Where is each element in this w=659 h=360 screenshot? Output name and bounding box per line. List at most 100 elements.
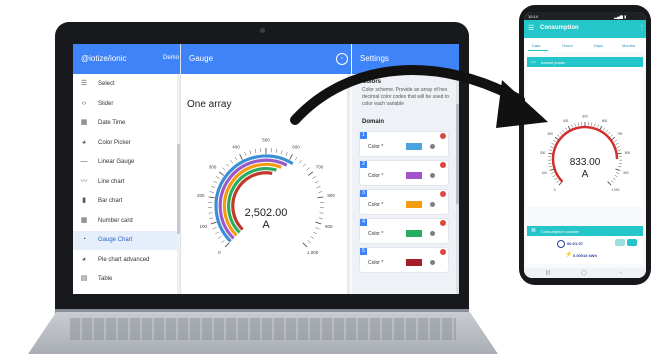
counter-time: 00:01:07 — [567, 241, 584, 246]
sidebar-header: @iotize/ionic Demo — [73, 44, 180, 74]
phone-gauge-tick — [616, 146, 620, 148]
tab-months[interactable]: Months — [622, 43, 635, 48]
info-icon[interactable] — [430, 202, 435, 207]
phone-gauge-tick — [597, 124, 599, 128]
sidebar-item-label: Line chart — [98, 178, 125, 185]
phone-gauge-tick — [616, 172, 620, 174]
remove-color-icon[interactable] — [440, 191, 446, 197]
sidebar-item-slider[interactable]: ‹› Slider — [73, 95, 180, 114]
sidebar-item-pie-chart-advanced[interactable]: ◕ Pie chart advanced — [73, 251, 180, 270]
sidebar-item-number-card[interactable]: ▦ Number card — [73, 212, 180, 231]
arrow-shaft — [290, 65, 525, 125]
gauge-panel-title: Gauge — [189, 54, 214, 63]
gauge-value-text: 2,502.00 — [245, 207, 288, 219]
gauge-unit-text: A — [262, 219, 270, 231]
sidebar-item-date-time[interactable]: ▦ Date Time — [73, 114, 180, 133]
sidebar-scrollbar-thumb[interactable] — [177, 144, 180, 234]
linear-gauge-icon: — — [80, 158, 88, 165]
pause-button[interactable] — [615, 239, 625, 246]
laptop-gauge-tick — [234, 156, 238, 161]
laptop-gauge-tick — [318, 191, 323, 193]
laptop-gauge-tick — [314, 181, 319, 184]
phone-app-bar: ☰ Consumption ⋮ — [524, 20, 646, 38]
tab-days[interactable]: Days — [594, 43, 603, 48]
demo-label[interactable]: Demo — [163, 55, 179, 61]
recent-apps-icon[interactable]: ||| — [546, 270, 550, 276]
sidebar-item-label: Select — [98, 81, 115, 87]
color-swatch[interactable] — [406, 201, 422, 208]
laptop-gauge-tick — [285, 151, 288, 156]
tab-data[interactable]: Data — [532, 43, 540, 48]
phone-gauge-tick — [603, 127, 606, 131]
line-chart-icon: 〰 — [80, 177, 88, 185]
sidebar-item-gauge-chart[interactable]: ◔ Gauge Chart — [73, 231, 180, 250]
laptop-gauge-tick — [221, 240, 225, 244]
code-icon: ‹› — [81, 99, 87, 107]
stop-button[interactable] — [627, 239, 637, 246]
laptop-gauge-tick — [319, 212, 324, 214]
laptop-gauge-tick — [249, 150, 252, 155]
sidebar-item-table[interactable]: ▤ Table — [73, 270, 180, 289]
sidebar-item-label: Number card — [98, 217, 133, 224]
active-tab-indicator — [528, 50, 548, 51]
color-item: 3 Color * — [360, 190, 448, 214]
sidebar-item-color-picker[interactable]: ◕ Color Picker — [73, 134, 180, 153]
laptop-gauge-tick — [224, 242, 230, 248]
color-field-label: Color * — [368, 260, 384, 266]
laptop-gauge-tick-label: 200 — [197, 193, 205, 198]
table-icon: ▤ — [80, 275, 88, 282]
phone-gauge-tick — [607, 181, 612, 186]
signal-battery-icon: ▂▄▆ ▮ — [614, 14, 627, 19]
sidebar-item-label: Bar chart — [98, 198, 123, 204]
phone-gauge-tick-label: 900 — [623, 171, 629, 175]
android-nav-bar: ||| ◯ ‹ — [524, 268, 646, 278]
phone-gauge-tick — [618, 166, 622, 168]
sidebar-item-linear-gauge[interactable]: — Linear Gauge — [73, 153, 180, 172]
phone-gauge-tick-label: 800 — [625, 151, 631, 155]
laptop-gauge-tick — [209, 217, 214, 219]
phone-gauge-tick-label: 600 — [602, 119, 608, 123]
phone-gauge-tick — [556, 180, 559, 183]
color-field-label: Color * — [368, 231, 384, 237]
tab-hours[interactable]: Hours — [562, 43, 573, 48]
color-field-label: Color * — [368, 202, 384, 208]
remove-color-icon[interactable] — [440, 220, 446, 226]
laptop-gauge-tick — [230, 160, 234, 164]
back-icon[interactable]: ‹ — [620, 270, 622, 276]
laptop-gauge-tick — [313, 231, 317, 235]
laptop-gauge-tick — [315, 227, 320, 230]
remove-color-icon[interactable] — [440, 249, 446, 255]
bolt-icon: ⚡ — [565, 252, 573, 258]
laptop-gauge-tick-label: 400 — [232, 145, 240, 150]
laptop-gauge-tick — [275, 148, 278, 154]
more-icon[interactable]: ⋮ — [639, 24, 645, 31]
laptop-gauge-tick-label: 900 — [325, 224, 333, 229]
sidebar: @iotize/ionic Demo ☰ Select ‹› Slider ▦ Date … — [73, 44, 181, 294]
color-swatch[interactable] — [406, 230, 422, 237]
menu-icon[interactable]: ☰ — [528, 24, 534, 32]
sidebar-item-line-chart[interactable]: 〰 Line chart — [73, 173, 180, 192]
clock-icon: o — [557, 240, 565, 248]
color-item: 4 Color * — [360, 219, 448, 243]
laptop-gauge-tick — [215, 231, 219, 235]
laptop-gauge-tick — [316, 186, 321, 188]
color-item: 5 Color * — [360, 248, 448, 272]
home-icon[interactable]: ◯ — [581, 270, 587, 276]
laptop-gauge-tick-label: 300 — [209, 165, 217, 170]
sidebar-item-label: Pie chart advanced — [98, 256, 150, 263]
color-item-index: 5 — [360, 248, 367, 255]
phone-app-title: Consumption — [540, 25, 579, 31]
sidebar-item-select[interactable]: ☰ Select — [73, 75, 180, 94]
bar-chart-icon: ▮ — [82, 197, 86, 204]
phone-gauge-tick — [614, 139, 617, 142]
color-swatch[interactable] — [406, 259, 422, 266]
laptop-gauge-tick — [244, 151, 247, 156]
arrow-head — [496, 80, 548, 128]
sidebar-item-bar-chart[interactable]: ▮ Bar chart — [73, 192, 180, 211]
info-icon[interactable] — [430, 231, 435, 236]
laptop-gauge-tick — [310, 236, 315, 239]
laptop-gauge-tick-label: 500 — [262, 138, 270, 143]
laptop-gauge-tick-label: 800 — [327, 193, 335, 198]
info-icon[interactable] — [430, 260, 435, 265]
laptop-gauge-tick — [315, 221, 322, 225]
